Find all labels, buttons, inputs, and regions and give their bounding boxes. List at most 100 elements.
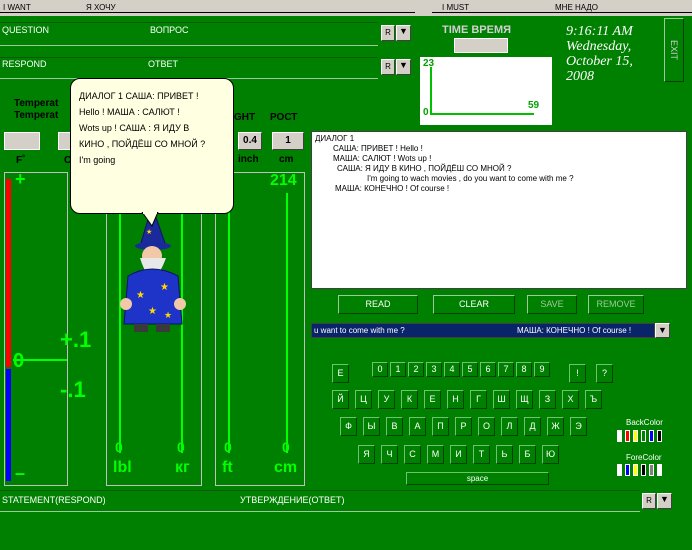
thermometer-red-bar: [6, 179, 11, 367]
key-letter[interactable]: Ж: [547, 417, 564, 436]
question-r-button[interactable]: R: [381, 25, 395, 41]
forecolor-swatches: [617, 464, 662, 476]
backcolor-label: BackColor: [626, 418, 663, 427]
key-letter[interactable]: Е: [424, 390, 441, 409]
key-letter[interactable]: Н: [447, 390, 464, 409]
respond-field[interactable]: [0, 57, 378, 79]
height-inch-input[interactable]: 0.4: [238, 132, 262, 150]
dialog-combo[interactable]: u want to come with me ? МАША: КОНЕЧНО !…: [311, 323, 655, 338]
key-letter[interactable]: Э: [570, 417, 587, 436]
key-letter[interactable]: У: [378, 390, 395, 409]
thermometer-blue-bar: [6, 369, 11, 481]
backcolor-swatch[interactable]: [649, 430, 654, 442]
backcolor-swatch[interactable]: [641, 430, 646, 442]
space-key[interactable]: space: [406, 472, 549, 485]
digits-row: 0 1 2 3 4 5 6 7 8 9: [372, 362, 550, 377]
key-letter[interactable]: Й: [332, 390, 349, 409]
key-digit[interactable]: 4: [444, 362, 460, 377]
key-question[interactable]: ?: [596, 364, 613, 383]
must-divider: [432, 12, 692, 13]
svg-text:★: ★: [146, 228, 152, 236]
forecolor-swatch[interactable]: [657, 464, 662, 476]
key-e-yo[interactable]: Е: [332, 364, 349, 383]
dialog-line: МАША: САЛЮТ ! Wots up !: [333, 154, 432, 163]
key-letter[interactable]: А: [409, 417, 426, 436]
forecolor-swatch[interactable]: [617, 464, 622, 476]
thermometer-panel: + 0 –: [4, 169, 68, 486]
forecolor-swatch[interactable]: [649, 464, 654, 476]
length-unit-cm: cm: [274, 459, 298, 476]
key-digit[interactable]: 7: [498, 362, 514, 377]
key-digit[interactable]: 8: [516, 362, 532, 377]
key-exclaim[interactable]: !: [569, 364, 586, 383]
key-digit[interactable]: 0: [372, 362, 388, 377]
question-field[interactable]: [0, 22, 378, 46]
key-letter[interactable]: Щ: [516, 390, 533, 409]
key-letter[interactable]: Т: [473, 445, 490, 464]
combo-dropdown-button[interactable]: ▼: [655, 323, 670, 338]
key-letter[interactable]: И: [450, 445, 467, 464]
key-digit[interactable]: 2: [408, 362, 424, 377]
key-letter[interactable]: Ч: [381, 445, 398, 464]
forecolor-swatch[interactable]: [625, 464, 630, 476]
respond-dropdown-button[interactable]: ▼: [396, 59, 411, 75]
key-letter[interactable]: Я: [358, 445, 375, 464]
backcolor-swatch[interactable]: [657, 430, 662, 442]
clock-date: October 15,: [566, 54, 633, 69]
key-letter[interactable]: Ш: [493, 390, 510, 409]
key-digit[interactable]: 1: [390, 362, 406, 377]
read-button[interactable]: READ: [338, 295, 418, 314]
backcolor-swatch[interactable]: [625, 430, 630, 442]
height-cm-input[interactable]: 1: [272, 132, 304, 150]
key-letter[interactable]: З: [539, 390, 556, 409]
key-letter[interactable]: Ы: [363, 417, 380, 436]
key-letter[interactable]: Ф: [340, 417, 357, 436]
key-letter[interactable]: Р: [455, 417, 472, 436]
dialog-textarea[interactable]: ДИАЛОГ 1 САША: ПРИВЕТ ! Hello ! МАША: СА…: [311, 131, 687, 289]
key-digit[interactable]: 6: [480, 362, 496, 377]
mini-chart-x-axis: [430, 113, 534, 115]
key-letter[interactable]: Б: [519, 445, 536, 464]
key-digit[interactable]: 9: [534, 362, 550, 377]
save-button[interactable]: SAVE: [527, 295, 577, 314]
statement-dropdown-button[interactable]: ▼: [657, 493, 672, 509]
key-letter[interactable]: Г: [470, 390, 487, 409]
key-letter[interactable]: Х: [562, 390, 579, 409]
key-digit[interactable]: 3: [426, 362, 442, 377]
key-letter[interactable]: Ю: [542, 445, 559, 464]
temperature-label-2: Temperat: [14, 110, 59, 121]
key-letter[interactable]: Ъ: [585, 390, 602, 409]
key-letter[interactable]: М: [427, 445, 444, 464]
key-letter[interactable]: Ц: [355, 390, 372, 409]
statement-label-ru: УТВЕРЖДЕНИЕ(ОТВЕТ): [240, 495, 345, 505]
question-dropdown-button[interactable]: ▼: [396, 25, 411, 41]
key-letter[interactable]: Ь: [496, 445, 513, 464]
forecolor-label: ForeColor: [626, 453, 662, 462]
key-letter[interactable]: Д: [524, 417, 541, 436]
height-top-value: 214: [270, 172, 297, 189]
remove-button[interactable]: REMOVE: [588, 295, 644, 314]
key-letter[interactable]: К: [401, 390, 418, 409]
statement-r-button[interactable]: R: [642, 493, 656, 509]
key-letter[interactable]: С: [404, 445, 421, 464]
mini-chart-right-label: 59: [528, 100, 540, 111]
respond-r-button[interactable]: R: [381, 59, 395, 75]
forecolor-swatch[interactable]: [633, 464, 638, 476]
key-digit[interactable]: 5: [462, 362, 478, 377]
key-letter[interactable]: О: [478, 417, 495, 436]
backcolor-swatch[interactable]: [633, 430, 638, 442]
speech-balloon-tail: [141, 212, 159, 228]
dialog-line: МАША: КОНЕЧНО ! Of course !: [335, 184, 450, 193]
clear-button[interactable]: CLEAR: [433, 295, 515, 314]
exit-button[interactable]: EXIT: [664, 18, 684, 82]
statement-label-en: STATEMENT(RESPOND): [2, 495, 106, 505]
temperature-f-input[interactable]: [4, 132, 40, 150]
key-letter[interactable]: В: [386, 417, 403, 436]
key-letter[interactable]: Л: [501, 417, 518, 436]
weight-zero-2: 0: [177, 439, 185, 455]
want-divider: [0, 12, 415, 13]
backcolor-swatch[interactable]: [617, 430, 622, 442]
key-letter[interactable]: П: [432, 417, 449, 436]
height-unit-cm: cm: [279, 154, 294, 165]
forecolor-swatch[interactable]: [641, 464, 646, 476]
